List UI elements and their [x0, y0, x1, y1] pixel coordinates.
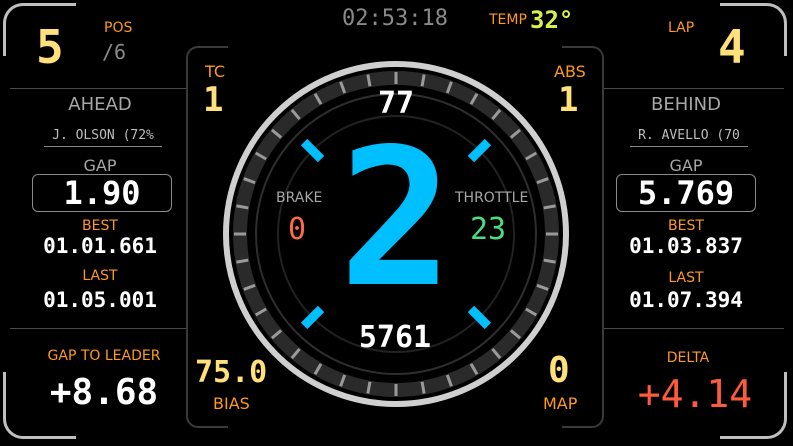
gap-to-leader-value: +8.68 [49, 372, 159, 413]
throttle-value: 23 [470, 212, 507, 247]
behind-last-label: LAST [668, 270, 704, 286]
lap-value: 4 [718, 20, 746, 74]
delta-value: +4.14 [637, 372, 753, 416]
delta-label: DELTA [666, 350, 710, 366]
position-label: POS [104, 20, 133, 36]
gauge-tick [543, 204, 556, 210]
lap-label: LAP [668, 20, 695, 36]
ahead-last-label: LAST [82, 268, 118, 284]
behind-last-value: 01.07.394 [629, 288, 743, 312]
behind-bottom-line [604, 328, 784, 329]
gap-to-leader-label: GAP TO LEADER [47, 348, 161, 364]
ahead-bottom-line [10, 328, 186, 329]
ahead-last-value: 01.05.001 [43, 288, 157, 312]
ahead-label: AHEAD [68, 94, 132, 115]
ahead-gap-value: 1.90 [63, 174, 141, 212]
map-label: MAP [543, 394, 578, 413]
position-value: 5 [36, 20, 64, 74]
rpm-value: 5761 [358, 320, 432, 355]
gauge-tick [236, 204, 249, 210]
brake-value: 0 [288, 212, 307, 247]
behind-label: BEHIND [651, 94, 721, 115]
behind-gap-label: GAP [669, 156, 703, 175]
gauge-tick [420, 381, 426, 394]
ahead-driver: J. OLSON (72% [44, 128, 162, 147]
gauge-tick [236, 258, 249, 264]
gauge-tick [366, 381, 372, 394]
bias-label: BIAS [213, 394, 250, 413]
gauge-tick [366, 74, 372, 87]
behind-best-label: BEST [668, 218, 704, 234]
behind-gap-value: 5.769 [637, 174, 735, 212]
temp-label: TEMP [489, 12, 527, 28]
ahead-gap-label: GAP [83, 156, 117, 175]
clock: 02:53:18 [342, 6, 448, 31]
position-total: /6 [102, 40, 127, 64]
bias-value: 75.0 [195, 355, 268, 390]
behind-driver: R. AVELLO (70 [630, 128, 748, 147]
gauge-tick [420, 74, 426, 87]
temp-value: 32° [530, 6, 574, 34]
behind-top-line [604, 88, 784, 89]
ahead-top-line [10, 88, 186, 89]
ahead-best-label: BEST [82, 218, 118, 234]
brake-label: BRAKE [276, 190, 323, 206]
gauge-tick [543, 258, 556, 264]
map-value: 0 [548, 350, 570, 391]
throttle-label: THROTTLE [455, 190, 529, 206]
behind-best-value: 01.03.837 [629, 234, 743, 258]
gear-value: 2 [338, 108, 454, 329]
ahead-best-value: 01.01.661 [43, 234, 157, 258]
